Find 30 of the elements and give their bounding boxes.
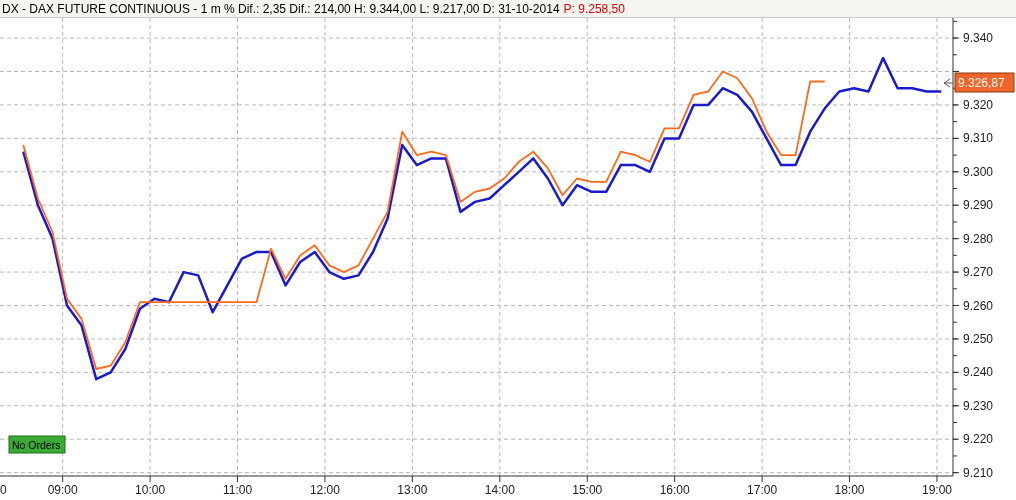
axis-label: 17:00 (747, 483, 778, 497)
axis-label: 14:00 (484, 483, 515, 497)
axis-label: 9.240 (963, 365, 994, 380)
axis-label: 9.300 (963, 164, 994, 179)
axis-label: 13:00 (397, 483, 428, 497)
axis-label: 19:00 (921, 483, 952, 497)
axis-label: 0 (0, 483, 7, 497)
arrow-icon (943, 78, 954, 88)
axis-label: 12:00 (309, 483, 340, 497)
axis-label: 15:00 (572, 483, 603, 497)
axis-label: 9.310 (963, 131, 994, 146)
axis-label: 9.290 (963, 198, 994, 213)
axis-label: 11:00 (222, 483, 253, 497)
axis-label: 18:00 (834, 483, 865, 497)
axis-label: 9.340 (963, 31, 994, 46)
axis-label: 9.210 (963, 465, 994, 480)
price-tag: 9.326,87 (954, 72, 1015, 93)
axis-label: 9.230 (963, 398, 994, 413)
axis-label: 9.260 (963, 298, 994, 313)
axis-label: 9.220 (963, 432, 994, 447)
axis-label: 9.270 (963, 265, 994, 280)
axis-label: 09:00 (47, 483, 78, 497)
axis-label: 16:00 (659, 483, 690, 497)
axis-label: 9.320 (963, 97, 994, 112)
price-label: P: 9.258,50 (563, 2, 625, 15)
chart-title: DX - DAX FUTURE CONTINUOUS - 1 m % Dif.: 2,35 Dif.: 214,00 H: 9.344,00 L: 9.217,00 D: 31-10-2014 (2, 2, 560, 15)
status-badge: No Orders (8, 435, 66, 454)
axis-label: 9.280 (963, 231, 994, 246)
axis-label: 10:00 (135, 483, 166, 497)
axis-label: 9.250 (963, 331, 994, 346)
